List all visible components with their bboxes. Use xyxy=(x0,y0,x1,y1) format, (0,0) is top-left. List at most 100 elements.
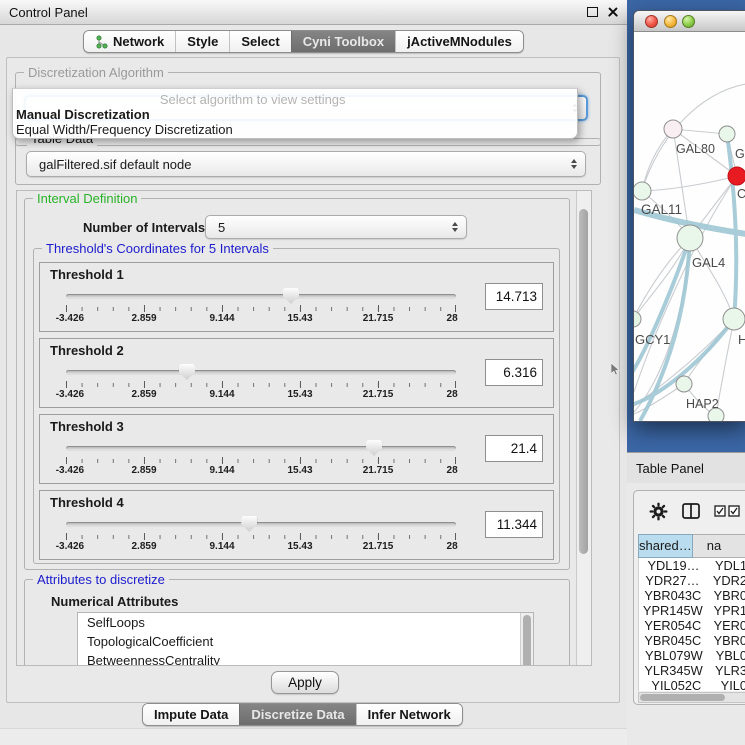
list-scrollbar-thumb[interactable] xyxy=(523,615,531,666)
control-panel-titlebar: Control Panel xyxy=(0,0,627,25)
split-columns-icon[interactable] xyxy=(682,503,700,519)
bottom-tab-bar: Impute Data Discretize Data Infer Networ… xyxy=(142,703,463,726)
desktop-background: GAL80 G C GAL11 GAL4 GCY1 H HAP2 Table P… xyxy=(627,0,745,745)
node-gal11[interactable] xyxy=(634,182,651,200)
number-of-intervals-value: 5 xyxy=(218,220,225,235)
node-label: C xyxy=(737,187,745,201)
settings-scrollbar[interactable] xyxy=(576,191,591,665)
panel-title: Control Panel xyxy=(9,5,88,20)
table-row[interactable]: YBL079WYBL0 xyxy=(639,648,745,663)
screen: Control Panel Network xyxy=(0,0,745,745)
threshold-3-card: Threshold 3 -3.4262.8599.14415.4321.7152… xyxy=(39,414,554,484)
mac-zoom-button[interactable] xyxy=(682,15,695,28)
tab-infer-network[interactable]: Infer Network xyxy=(356,704,462,725)
threshold-1-value-field[interactable] xyxy=(485,283,543,310)
node-cut-right-top[interactable] xyxy=(719,126,735,142)
group-title: Attributes to discretize xyxy=(33,572,169,587)
tab-impute-data[interactable]: Impute Data xyxy=(143,704,239,725)
cyni-toolbox-panel: Discretization Algorithm Select algorith… xyxy=(6,57,620,703)
slider-tick-labels: -3.4262.8599.14415.4321.71528 xyxy=(66,313,456,327)
list-item[interactable]: BetweennessCentrality xyxy=(78,651,533,666)
threshold-4-slider[interactable]: -3.4262.8599.14415.4321.71528 xyxy=(66,513,456,557)
settings-gear-icon[interactable] xyxy=(649,502,668,521)
group-title: Discretization Algorithm xyxy=(24,65,168,80)
node-label: GAL11 xyxy=(641,202,682,217)
mouse-cursor xyxy=(611,363,620,376)
algorithm-dropdown-popup: Select algorithm to view settings Manual… xyxy=(12,88,578,139)
mac-close-button[interactable] xyxy=(645,15,658,28)
table-scrollbar-thumb[interactable] xyxy=(640,694,725,701)
node-gcy1[interactable] xyxy=(634,311,641,327)
list-item[interactable]: TopologicalCoefficient xyxy=(78,632,533,651)
table-row[interactable]: YDL19…YDL1 xyxy=(639,558,745,573)
bottom-strip xyxy=(0,728,627,745)
table-row[interactable]: YBR045CYBR0 xyxy=(639,633,745,648)
settings-scroll-area: Interval Definition Number of Intervals … xyxy=(16,190,592,666)
threshold-4-value-field[interactable] xyxy=(485,511,543,538)
network-labels: GAL80 G C GAL11 GAL4 GCY1 H HAP2 xyxy=(635,142,745,411)
node-hap2[interactable] xyxy=(676,376,692,392)
table-row[interactable]: YBR043CYBR0 xyxy=(639,588,745,603)
slider-thumb[interactable] xyxy=(241,516,257,532)
network-view-window: GAL80 G C GAL11 GAL4 GCY1 H HAP2 xyxy=(633,10,745,422)
mac-minimize-button[interactable] xyxy=(664,15,677,28)
network-window-titlebar[interactable] xyxy=(634,11,745,32)
apply-button[interactable]: Apply xyxy=(271,671,339,694)
table-horizontal-scrollbar[interactable] xyxy=(638,692,745,703)
list-item[interactable]: SelfLoops xyxy=(78,613,533,632)
table-row[interactable]: YPR145WYPR1 xyxy=(639,603,745,618)
threshold-2-value-field[interactable] xyxy=(485,359,543,386)
slider-thumb[interactable] xyxy=(366,440,382,456)
combo-stepper-icon xyxy=(571,159,577,169)
table-data-combobox[interactable]: galFiltered.sif default node xyxy=(26,151,586,177)
table-header-row: shared… na xyxy=(638,534,745,558)
network-canvas[interactable]: GAL80 G C GAL11 GAL4 GCY1 H HAP2 xyxy=(634,32,745,421)
tab-cyni-toolbox[interactable]: Cyni Toolbox xyxy=(291,31,395,52)
threshold-2-card: Threshold 2 -3.4262.8599.14415.4321.7152… xyxy=(39,338,554,408)
threshold-3-slider[interactable]: -3.4262.8599.14415.4321.71528 xyxy=(66,437,456,481)
tab-discretize-data[interactable]: Discretize Data xyxy=(239,704,355,725)
slider-tick-labels: -3.4262.8599.14415.4321.71528 xyxy=(66,465,456,479)
interval-definition-group: Interval Definition Number of Intervals … xyxy=(24,198,570,570)
slider-major-ticks xyxy=(66,533,456,540)
column-header-shared-name[interactable]: shared… xyxy=(638,534,693,558)
float-window-icon[interactable] xyxy=(587,7,598,17)
close-icon[interactable] xyxy=(607,6,619,18)
tab-select[interactable]: Select xyxy=(229,31,290,52)
tab-network[interactable]: Network xyxy=(84,31,175,52)
threshold-1-slider[interactable]: -3.4262.8599.14415.4321.71528 xyxy=(66,285,456,329)
slider-track[interactable] xyxy=(66,294,456,299)
node-gal80[interactable] xyxy=(664,120,682,138)
tab-style[interactable]: Style xyxy=(175,31,229,52)
dropdown-option-manual-discretization[interactable]: Manual Discretization xyxy=(16,107,150,122)
column-header-name[interactable]: na xyxy=(693,534,745,558)
network-icon xyxy=(95,35,108,49)
node-cut-right-mid[interactable] xyxy=(723,308,745,330)
table-row[interactable]: YLR345WYLR3 xyxy=(639,663,745,678)
slider-track[interactable] xyxy=(66,446,456,451)
group-title: Interval Definition xyxy=(33,191,141,206)
dropdown-option-equal-width-frequency[interactable]: Equal Width/Frequency Discretization xyxy=(16,122,233,137)
table-row[interactable]: YDR27…YDR2 xyxy=(639,573,745,588)
list-scrollbar[interactable] xyxy=(520,613,533,666)
slider-track[interactable] xyxy=(66,370,456,375)
settings-scrollbar-thumb[interactable] xyxy=(579,209,588,554)
node-label: GAL4 xyxy=(692,255,725,270)
slider-track[interactable] xyxy=(66,522,456,527)
number-of-intervals-combobox[interactable]: 5 xyxy=(205,215,467,239)
node-selected-red[interactable] xyxy=(728,167,745,185)
select-columns-checkboxes-icon[interactable] xyxy=(714,505,740,517)
slider-tick-labels: -3.4262.8599.14415.4321.71528 xyxy=(66,389,456,403)
threshold-3-value-field[interactable] xyxy=(485,435,543,462)
tab-jactivemnodules[interactable]: jActiveMNodules xyxy=(395,31,523,52)
table-row[interactable]: YIL052CYIL0 xyxy=(639,678,745,691)
threshold-2-slider[interactable]: -3.4262.8599.14415.4321.71528 xyxy=(66,361,456,405)
table-panel-titlebar: Table Panel xyxy=(627,452,745,483)
node-gal4[interactable] xyxy=(677,225,703,251)
slider-thumb[interactable] xyxy=(179,364,195,380)
table-row[interactable]: YER054CYER0 xyxy=(639,618,745,633)
table-rows: YDL19…YDL1 YDR27…YDR2 YBR043CYBR0 YPR145… xyxy=(638,558,745,691)
node-label: G xyxy=(735,147,745,161)
slider-tick-labels: -3.4262.8599.14415.4321.71528 xyxy=(66,541,456,555)
slider-thumb[interactable] xyxy=(283,288,299,304)
